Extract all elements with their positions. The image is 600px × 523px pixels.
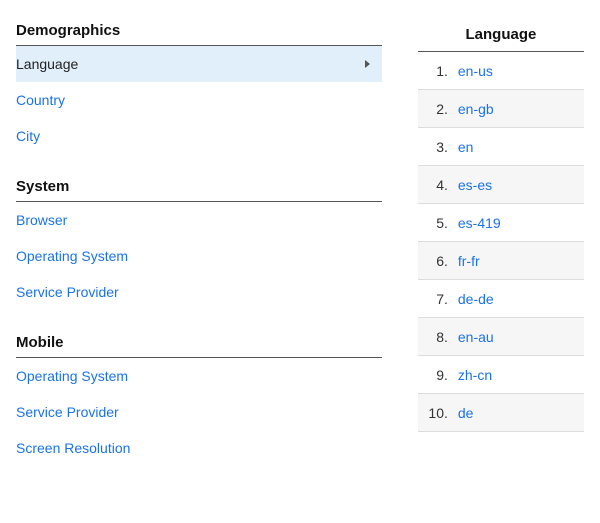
table-row: 3.en xyxy=(418,128,584,166)
sidebar-item-service-provider[interactable]: Service Provider xyxy=(16,274,382,310)
section-title-system: System xyxy=(16,168,382,202)
sidebar-item-label: Operating System xyxy=(16,248,128,264)
sidebar-item-label: Service Provider xyxy=(16,284,119,300)
chevron-right-icon xyxy=(365,60,370,68)
row-index: 9. xyxy=(418,367,454,383)
table-row: 4.es-es xyxy=(418,166,584,204)
sidebar-item-label: Screen Resolution xyxy=(16,440,130,456)
sidebar-item-label: Operating System xyxy=(16,368,128,384)
row-index: 2. xyxy=(418,101,454,117)
row-index: 10. xyxy=(418,405,454,421)
row-index: 5. xyxy=(418,215,454,231)
row-index: 4. xyxy=(418,177,454,193)
sidebar-item-city[interactable]: City xyxy=(16,118,382,154)
sidebar-item-mobile-service-provider[interactable]: Service Provider xyxy=(16,394,382,430)
row-index: 1. xyxy=(418,63,454,79)
sidebar-item-label: Browser xyxy=(16,212,67,228)
language-value[interactable]: en-us xyxy=(454,63,493,79)
table-row: 9.zh-cn xyxy=(418,356,584,394)
section-title-demographics: Demographics xyxy=(16,20,382,46)
sidebar-item-label: City xyxy=(16,128,40,144)
sidebar-item-screen-resolution[interactable]: Screen Resolution xyxy=(16,430,382,466)
sidebar-item-label: Service Provider xyxy=(16,404,119,420)
table-row: 8.en-au xyxy=(418,318,584,356)
table-row: 5.es-419 xyxy=(418,204,584,242)
sidebar-item-label: Country xyxy=(16,92,65,108)
sidebar-item-country[interactable]: Country xyxy=(16,82,382,118)
table-header-language: Language xyxy=(418,20,584,52)
sidebar-item-browser[interactable]: Browser xyxy=(16,202,382,238)
language-value[interactable]: en-gb xyxy=(454,101,494,117)
language-value[interactable]: de xyxy=(454,405,474,421)
right-panel: Language 1.en-us2.en-gb3.en4.es-es5.es-4… xyxy=(418,20,584,466)
language-value[interactable]: de-de xyxy=(454,291,494,307)
section-title-mobile: Mobile xyxy=(16,324,382,358)
row-index: 8. xyxy=(418,329,454,345)
table-row: 10.de xyxy=(418,394,584,432)
row-index: 7. xyxy=(418,291,454,307)
table-row: 6.fr-fr xyxy=(418,242,584,280)
language-value[interactable]: es-es xyxy=(454,177,492,193)
language-value[interactable]: fr-fr xyxy=(454,253,480,269)
row-index: 6. xyxy=(418,253,454,269)
table-row: 2.en-gb xyxy=(418,90,584,128)
language-value[interactable]: en-au xyxy=(454,329,494,345)
language-value[interactable]: zh-cn xyxy=(454,367,492,383)
table-row: 7.de-de xyxy=(418,280,584,318)
sidebar-item-mobile-os[interactable]: Operating System xyxy=(16,358,382,394)
sidebar-item-operating-system[interactable]: Operating System xyxy=(16,238,382,274)
language-value[interactable]: es-419 xyxy=(454,215,501,231)
row-index: 3. xyxy=(418,139,454,155)
sidebar-item-label: Language xyxy=(16,56,78,72)
table-row: 1.en-us xyxy=(418,52,584,90)
left-panel: Demographics Language Country City Syste… xyxy=(16,20,382,466)
sidebar-item-language[interactable]: Language xyxy=(16,46,382,82)
language-value[interactable]: en xyxy=(454,139,474,155)
